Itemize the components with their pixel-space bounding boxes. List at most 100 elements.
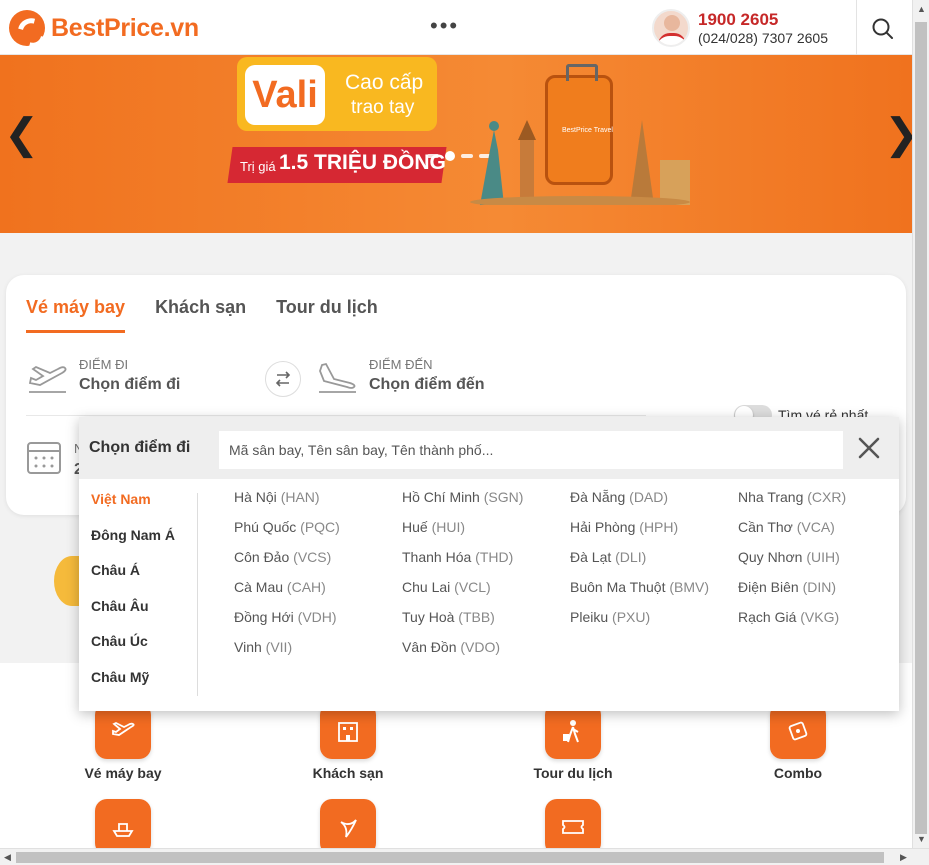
city-option[interactable]: Cần Thơ (VCA) bbox=[738, 519, 906, 537]
city-name: Hà Nội bbox=[234, 489, 277, 505]
tab-tours[interactable]: Tour du lịch bbox=[276, 297, 378, 333]
city-option[interactable]: Nha Trang (CXR) bbox=[738, 489, 906, 507]
service-combo-label: Combo bbox=[773, 765, 823, 781]
city-option[interactable]: Tuy Hoà (TBB) bbox=[402, 609, 570, 627]
service-hotels[interactable]: Khách sạn bbox=[288, 703, 408, 781]
promo-banner[interactable]: ❮ ❯ Vali Cao cấp trao tay Trị giá 1.5 TR… bbox=[0, 55, 912, 233]
airport-code: (UIH) bbox=[806, 549, 840, 565]
price-tag-label: Trị giá bbox=[240, 159, 276, 174]
service-combo[interactable]: Combo bbox=[738, 703, 858, 781]
scroll-right-arrow[interactable]: ▶ bbox=[900, 852, 907, 863]
card-divider bbox=[26, 415, 646, 416]
banner-prev-arrow[interactable]: ❮ bbox=[4, 109, 39, 158]
service-flights[interactable]: Vé máy bay bbox=[63, 703, 183, 781]
hotline-number[interactable]: 1900 2605 bbox=[698, 10, 778, 30]
city-grid: Hà Nội (HAN) Hồ Chí Minh (SGN) Đà Nẵng (DA… bbox=[234, 489, 906, 657]
city-name: Đồng Hới bbox=[234, 609, 294, 625]
airport-search-input[interactable] bbox=[219, 431, 843, 469]
scroll-left-arrow[interactable]: ◀ bbox=[4, 852, 11, 863]
airport-code: (VKG) bbox=[800, 609, 840, 625]
city-name: Cần Thơ bbox=[738, 519, 793, 535]
scroll-down-arrow[interactable]: ▼ bbox=[917, 834, 926, 844]
tab-hotels[interactable]: Khách sạn bbox=[155, 297, 246, 333]
price-tag-value: 1.5 TRIỆU ĐỒNG bbox=[279, 151, 446, 174]
secondary-phone[interactable]: (024/028) 7307 2605 bbox=[698, 30, 828, 46]
bestprice-logo[interactable]: BestPrice.vn bbox=[9, 10, 199, 46]
service-tours-label: Tour du lịch bbox=[533, 765, 613, 781]
airport-code: (VCL) bbox=[454, 579, 491, 595]
city-option[interactable]: Quy Nhơn (UIH) bbox=[738, 549, 906, 567]
origin-value[interactable]: Chọn điểm đi bbox=[79, 376, 180, 394]
city-option[interactable]: Côn Đảo (VCS) bbox=[234, 549, 402, 567]
vertical-scrollbar[interactable]: ▲ ▼ bbox=[912, 0, 929, 848]
city-option[interactable]: Điện Biên (DIN) bbox=[738, 579, 906, 597]
airport-code: (HUI) bbox=[431, 519, 466, 535]
origin-picker-title: Chọn điểm đi bbox=[89, 439, 191, 456]
city-name: Buôn Ma Thuột bbox=[570, 579, 666, 595]
destination-field[interactable]: ĐIỂM ĐẾN Chọn điểm đến bbox=[369, 357, 485, 394]
city-option[interactable]: Vinh (VII) bbox=[234, 639, 402, 657]
calendar-icon bbox=[27, 442, 61, 474]
more-menu-button[interactable]: ••• bbox=[430, 13, 459, 39]
region-europe[interactable]: Châu Âu bbox=[79, 598, 197, 634]
region-asia[interactable]: Châu Á bbox=[79, 562, 197, 598]
region-australia[interactable]: Châu Úc bbox=[79, 633, 197, 669]
region-america[interactable]: Châu Mỹ bbox=[79, 669, 197, 705]
banner-dot[interactable] bbox=[427, 154, 439, 158]
suitcase-brand: BestPrice Travel bbox=[562, 127, 613, 134]
region-southeast-asia[interactable]: Đông Nam Á bbox=[79, 527, 197, 563]
city-name: Nha Trang bbox=[738, 489, 804, 505]
region-vietnam[interactable]: Việt Nam bbox=[79, 491, 197, 527]
city-name: Đà Nẵng bbox=[570, 489, 626, 505]
city-option[interactable]: Vân Đồn (VDO) bbox=[402, 639, 570, 657]
airport-code: (HAN) bbox=[280, 489, 320, 505]
city-option[interactable]: Buôn Ma Thuột (BMV) bbox=[570, 579, 738, 597]
swap-button[interactable] bbox=[265, 361, 301, 397]
airport-code: (HPH) bbox=[639, 519, 679, 535]
city-option[interactable]: Huế (HUI) bbox=[402, 519, 570, 537]
airport-code: (TBB) bbox=[458, 609, 495, 625]
airport-code: (THD) bbox=[475, 549, 514, 565]
city-option[interactable]: Chu Lai (VCL) bbox=[402, 579, 570, 597]
banner-next-arrow[interactable]: ❯ bbox=[884, 109, 912, 158]
city-option[interactable]: Đà Nẵng (DAD) bbox=[570, 489, 738, 507]
voucher-ticket-icon bbox=[545, 799, 601, 855]
city-name: Pleiku bbox=[570, 609, 609, 625]
service-cruise[interactable] bbox=[63, 799, 183, 855]
search-icon[interactable] bbox=[870, 16, 896, 42]
airport-code: (CAH) bbox=[286, 579, 326, 595]
city-name: Đà Lạt bbox=[570, 549, 612, 565]
landing-icon bbox=[319, 362, 356, 393]
vali-line-1: Cao cấp bbox=[345, 71, 424, 94]
city-option[interactable]: Đồng Hới (VDH) bbox=[234, 609, 402, 627]
service-tours[interactable]: Tour du lịch bbox=[513, 703, 633, 781]
city-option[interactable]: Hồ Chí Minh (SGN) bbox=[402, 489, 570, 507]
tab-flights[interactable]: Vé máy bay bbox=[26, 297, 126, 333]
city-option[interactable]: Cà Mau (CAH) bbox=[234, 579, 402, 597]
city-option[interactable]: Thanh Hóa (THD) bbox=[402, 549, 570, 567]
city-name: Phú Quốc bbox=[234, 519, 297, 535]
close-icon[interactable] bbox=[857, 436, 881, 460]
city-option[interactable]: Pleiku (PXU) bbox=[570, 609, 738, 627]
vertical-scroll-thumb[interactable] bbox=[915, 22, 927, 834]
vali-promo-box: Vali Cao cấp trao tay bbox=[237, 57, 437, 131]
city-option[interactable]: Hải Phòng (HPH) bbox=[570, 519, 738, 537]
horizontal-scroll-thumb[interactable] bbox=[16, 852, 884, 863]
region-list: Việt Nam Đông Nam Á Châu Á Châu Âu Châu … bbox=[79, 491, 197, 704]
origin-field[interactable]: ĐIỂM ĐI Chọn điểm đi bbox=[79, 357, 180, 394]
city-name: Điện Biên bbox=[738, 579, 799, 595]
city-option[interactable]: Hà Nội (HAN) bbox=[234, 489, 402, 507]
city-option[interactable]: Phú Quốc (PQC) bbox=[234, 519, 402, 537]
hotel-icon bbox=[320, 703, 376, 759]
header-divider bbox=[856, 0, 857, 55]
city-option[interactable]: Rạch Giá (VKG) bbox=[738, 609, 906, 627]
service-voucher[interactable] bbox=[513, 799, 633, 855]
service-airline[interactable] bbox=[288, 799, 408, 855]
city-name: Hồ Chí Minh bbox=[402, 489, 480, 505]
destination-value[interactable]: Chọn điểm đến bbox=[369, 376, 485, 394]
horizontal-scrollbar[interactable]: ◀ ▶ bbox=[0, 848, 929, 865]
banner-dot-active[interactable] bbox=[445, 151, 455, 161]
scroll-up-arrow[interactable]: ▲ bbox=[917, 4, 926, 14]
cruise-icon bbox=[95, 799, 151, 855]
city-option[interactable]: Đà Lạt (DLI) bbox=[570, 549, 738, 567]
